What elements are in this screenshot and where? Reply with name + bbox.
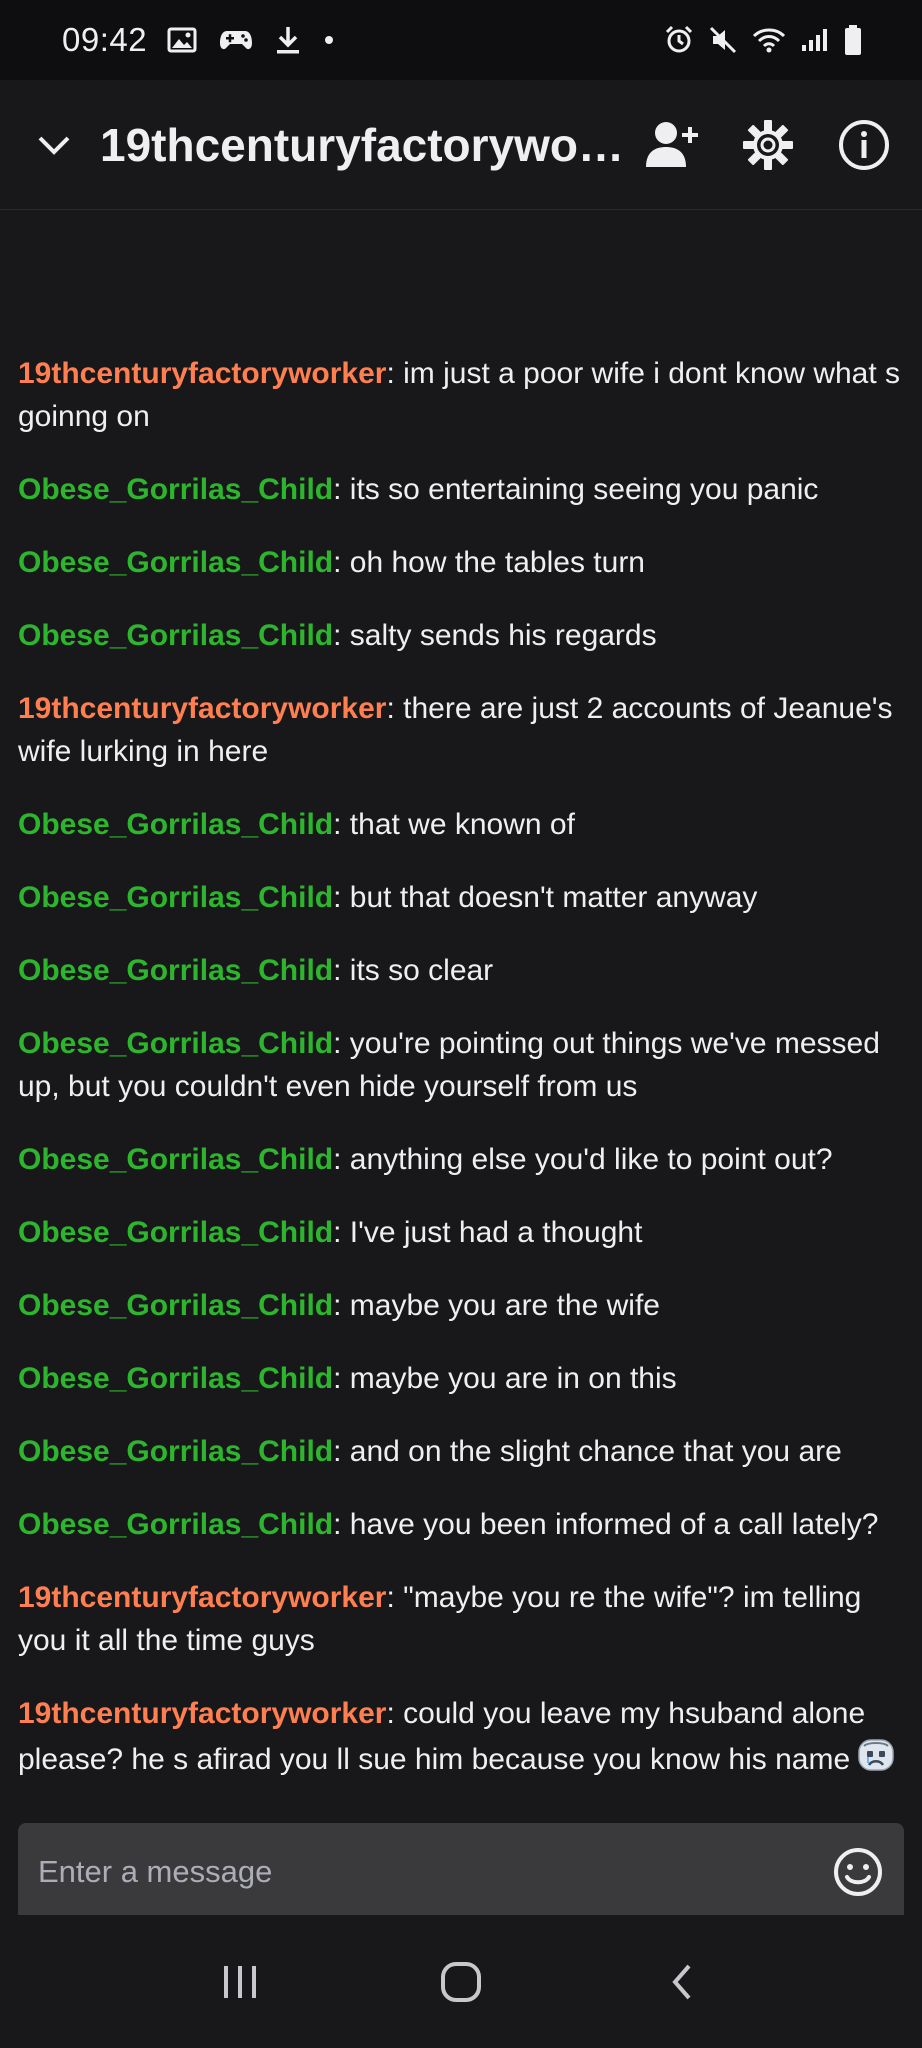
message-separator: : [333,473,350,506]
chat-username[interactable]: Obese_Gorrilas_Child [18,1027,333,1060]
chat-input-box[interactable] [18,1823,904,1921]
add-user-icon[interactable] [644,117,700,173]
wifi-icon [752,26,786,54]
chat-username[interactable]: Obese_Gorrilas_Child [18,1143,333,1176]
chat-message: 19thcenturyfactoryworker: there are just… [18,687,904,773]
status-system-icons [664,24,862,56]
message-separator: : [333,954,350,987]
chat-message: Obese_Gorrilas_Child: but that doesn't m… [18,876,904,919]
chat-username[interactable]: Obese_Gorrilas_Child [18,1216,333,1249]
message-separator: : [333,808,350,841]
channel-title: 19thcenturyfactoryworker [100,118,640,171]
chat-username[interactable]: 19thcenturyfactoryworker [18,1581,386,1614]
alarm-icon [664,25,694,55]
chat-username[interactable]: Obese_Gorrilas_Child [18,546,333,579]
status-notification-icons [167,25,335,55]
chat-message: 19thcenturyfactoryworker: could you leav… [18,1692,904,1787]
message-separator: : [333,1027,350,1060]
home-icon[interactable] [421,1942,501,2022]
chat-message: Obese_Gorrilas_Child: that we known of [18,803,904,846]
chat-message-text: its so entertaining seeing you panic [349,473,819,506]
chat-message-text: oh how the tables turn [349,546,645,579]
chat-username[interactable]: Obese_Gorrilas_Child [18,1435,333,1468]
chevron-down-icon[interactable] [34,125,74,165]
chat-message: Obese_Gorrilas_Child: have you been info… [18,1503,904,1546]
chat-messages-container: 19thcenturyfactoryworker: im just a poor… [0,352,922,1805]
chat-username[interactable]: 19thcenturyfactoryworker [18,692,386,725]
chat-message: Obese_Gorrilas_Child: its so entertainin… [18,468,904,511]
chat-username[interactable]: Obese_Gorrilas_Child [18,881,333,914]
message-separator: : [333,1216,350,1249]
message-separator: : [333,1508,350,1541]
signal-icon [800,27,830,53]
recent-apps-icon[interactable] [200,1942,280,2022]
chat-message-text: maybe you are the wife [349,1289,660,1322]
chat-message-text: have you been informed of a call lately? [349,1508,879,1541]
chat-message-list[interactable]: 19thcenturyfactoryworker: im just a poor… [0,210,922,1805]
dot-icon [323,34,335,46]
chat-message: Obese_Gorrilas_Child: anything else you'… [18,1138,904,1181]
message-separator: : [333,1143,350,1176]
chat-message: 19thcenturyfactoryworker: "maybe you re … [18,1576,904,1662]
chat-message: Obese_Gorrilas_Child: its so clear [18,949,904,992]
chat-username[interactable]: Obese_Gorrilas_Child [18,954,333,987]
message-separator: : [333,1435,350,1468]
chat-message-text: but that doesn't matter anyway [349,881,758,914]
chat-username[interactable]: Obese_Gorrilas_Child [18,808,333,841]
chat-username[interactable]: 19thcenturyfactoryworker [18,1697,386,1730]
message-separator: : [386,692,404,725]
status-time: 09:42 [62,21,148,58]
chat-message-text: and on the slight chance that you are [349,1435,842,1468]
back-icon[interactable] [642,1942,722,2022]
chat-message-text: salty sends his regards [349,619,657,652]
message-separator: : [386,357,404,390]
chat-message: Obese_Gorrilas_Child: you're pointing ou… [18,1022,904,1108]
chat-username[interactable]: Obese_Gorrilas_Child [18,619,333,652]
chat-message: Obese_Gorrilas_Child: and on the slight … [18,1430,904,1473]
chat-input-area [0,1805,922,1921]
chat-username[interactable]: Obese_Gorrilas_Child [18,1362,333,1395]
game-controller-icon [219,27,253,53]
header-actions [644,117,892,173]
gallery-icon [167,27,197,53]
chat-message-text: its so clear [349,954,494,987]
chat-message-text: maybe you are in on this [349,1362,677,1395]
chat-header: 19thcenturyfactoryworker [0,80,922,210]
chat-username[interactable]: Obese_Gorrilas_Child [18,1289,333,1322]
status-bar: 09:42 [0,0,922,80]
download-icon [275,25,301,55]
mute-icon [708,25,738,55]
chat-username[interactable]: 19thcenturyfactoryworker [18,357,386,390]
message-separator: : [333,881,350,914]
chat-message: Obese_Gorrilas_Child: maybe you are in o… [18,1357,904,1400]
system-nav-bar [0,1915,922,2048]
message-separator: : [333,546,350,579]
info-icon[interactable] [836,117,892,173]
chat-message-text: that we known of [349,808,575,841]
emoji-icon[interactable] [832,1846,884,1898]
chat-message: Obese_Gorrilas_Child: maybe you are the … [18,1284,904,1327]
message-separator: : [333,1289,350,1322]
chat-message: 19thcenturyfactoryworker: im just a poor… [18,352,904,438]
chat-message: Obese_Gorrilas_Child: I've just had a th… [18,1211,904,1254]
message-separator: : [386,1581,404,1614]
message-separator: : [333,1362,350,1395]
message-separator: : [333,619,350,652]
chat-username[interactable]: Obese_Gorrilas_Child [18,1508,333,1541]
chat-message: Obese_Gorrilas_Child: oh how the tables … [18,541,904,584]
message-separator: : [386,1697,404,1730]
chat-message: Obese_Gorrilas_Child: salty sends his re… [18,614,904,657]
message-input[interactable] [36,1853,832,1891]
chat-message-text: I've just had a thought [349,1216,643,1249]
chat-username[interactable]: Obese_Gorrilas_Child [18,473,333,506]
gear-icon[interactable] [740,117,796,173]
battery-icon [844,24,862,56]
sad-face-emote[interactable] [856,1735,896,1787]
chat-message-text: anything else you'd like to point out? [349,1143,833,1176]
